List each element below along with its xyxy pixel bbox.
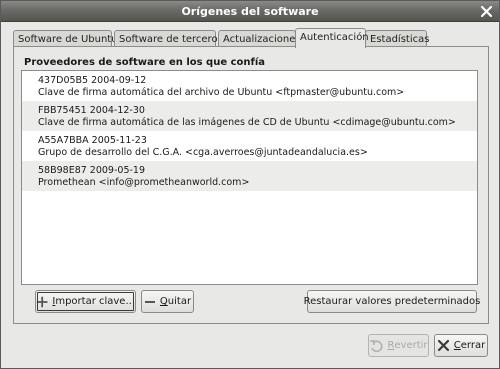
section-title: Proveedores de software en los que confí… — [24, 57, 266, 68]
software-sources-window: Orígenes del software Software de Ubuntu… — [0, 0, 500, 369]
remove-label: uitar — [167, 296, 192, 307]
remove-icon — [144, 300, 155, 303]
close-label: errar — [460, 340, 486, 351]
remove-key-button[interactable]: Quitar — [141, 290, 194, 313]
key-description: Clave de firma automática del archivo de… — [38, 86, 405, 98]
key-row[interactable]: 58B98E87 2009-05-19 Promethean <info@pro… — [22, 161, 477, 191]
key-id: FBB75451 2004-12-30 — [38, 105, 145, 116]
tab-label: Estadísticas — [370, 34, 430, 45]
window-close-icon[interactable] — [479, 4, 494, 19]
tab-label: Autenticación — [300, 32, 369, 43]
key-description: Clave de firma automática de las imágene… — [38, 116, 456, 128]
key-row[interactable]: FBB75451 2004-12-30 Clave de firma autom… — [22, 101, 477, 131]
revert-button[interactable]: Revertir — [368, 334, 429, 357]
close-button[interactable]: Cerrar — [434, 334, 488, 357]
tab-authentication[interactable]: Autenticación — [295, 28, 369, 48]
revert-icon — [370, 339, 383, 352]
revert-label: evertir — [394, 340, 428, 351]
import-label: mportar clave... — [55, 296, 135, 307]
key-description: Grupo de desarrollo del C.G.A. <cga.aver… — [38, 146, 368, 158]
restore-label: Restaurar valores predeterminados — [303, 296, 481, 307]
key-row[interactable]: A55A7BBA 2005-11-23 Grupo de desarrollo … — [22, 131, 477, 161]
restore-defaults-button[interactable]: Restaurar valores predeterminados — [304, 290, 480, 313]
tab-label: Software de Ubuntu — [18, 34, 118, 45]
remove-mnemonic: Q — [159, 296, 168, 307]
revert-mnemonic: R — [387, 340, 395, 351]
key-id: 58B98E87 2009-05-19 — [38, 165, 146, 176]
add-icon — [36, 296, 48, 307]
import-key-button[interactable]: Importar clave... — [35, 290, 136, 313]
close-icon — [437, 339, 449, 352]
tab-label: Actualizaciones — [223, 34, 301, 45]
key-id: 437D05B5 2004-09-12 — [38, 75, 147, 86]
key-description: Promethean <info@prometheanworld.com> — [38, 176, 250, 188]
tab-label: Software de terceros — [119, 34, 223, 45]
close-mnemonic: C — [453, 340, 461, 351]
window-title: Orígenes del software — [181, 5, 319, 18]
key-row[interactable]: 437D05B5 2004-09-12 Clave de firma autom… — [22, 71, 477, 101]
title-bar[interactable]: Orígenes del software — [1, 1, 499, 22]
trusted-keys-list[interactable]: 437D05B5 2004-09-12 Clave de firma autom… — [21, 70, 478, 285]
key-id: A55A7BBA 2005-11-23 — [38, 135, 147, 146]
